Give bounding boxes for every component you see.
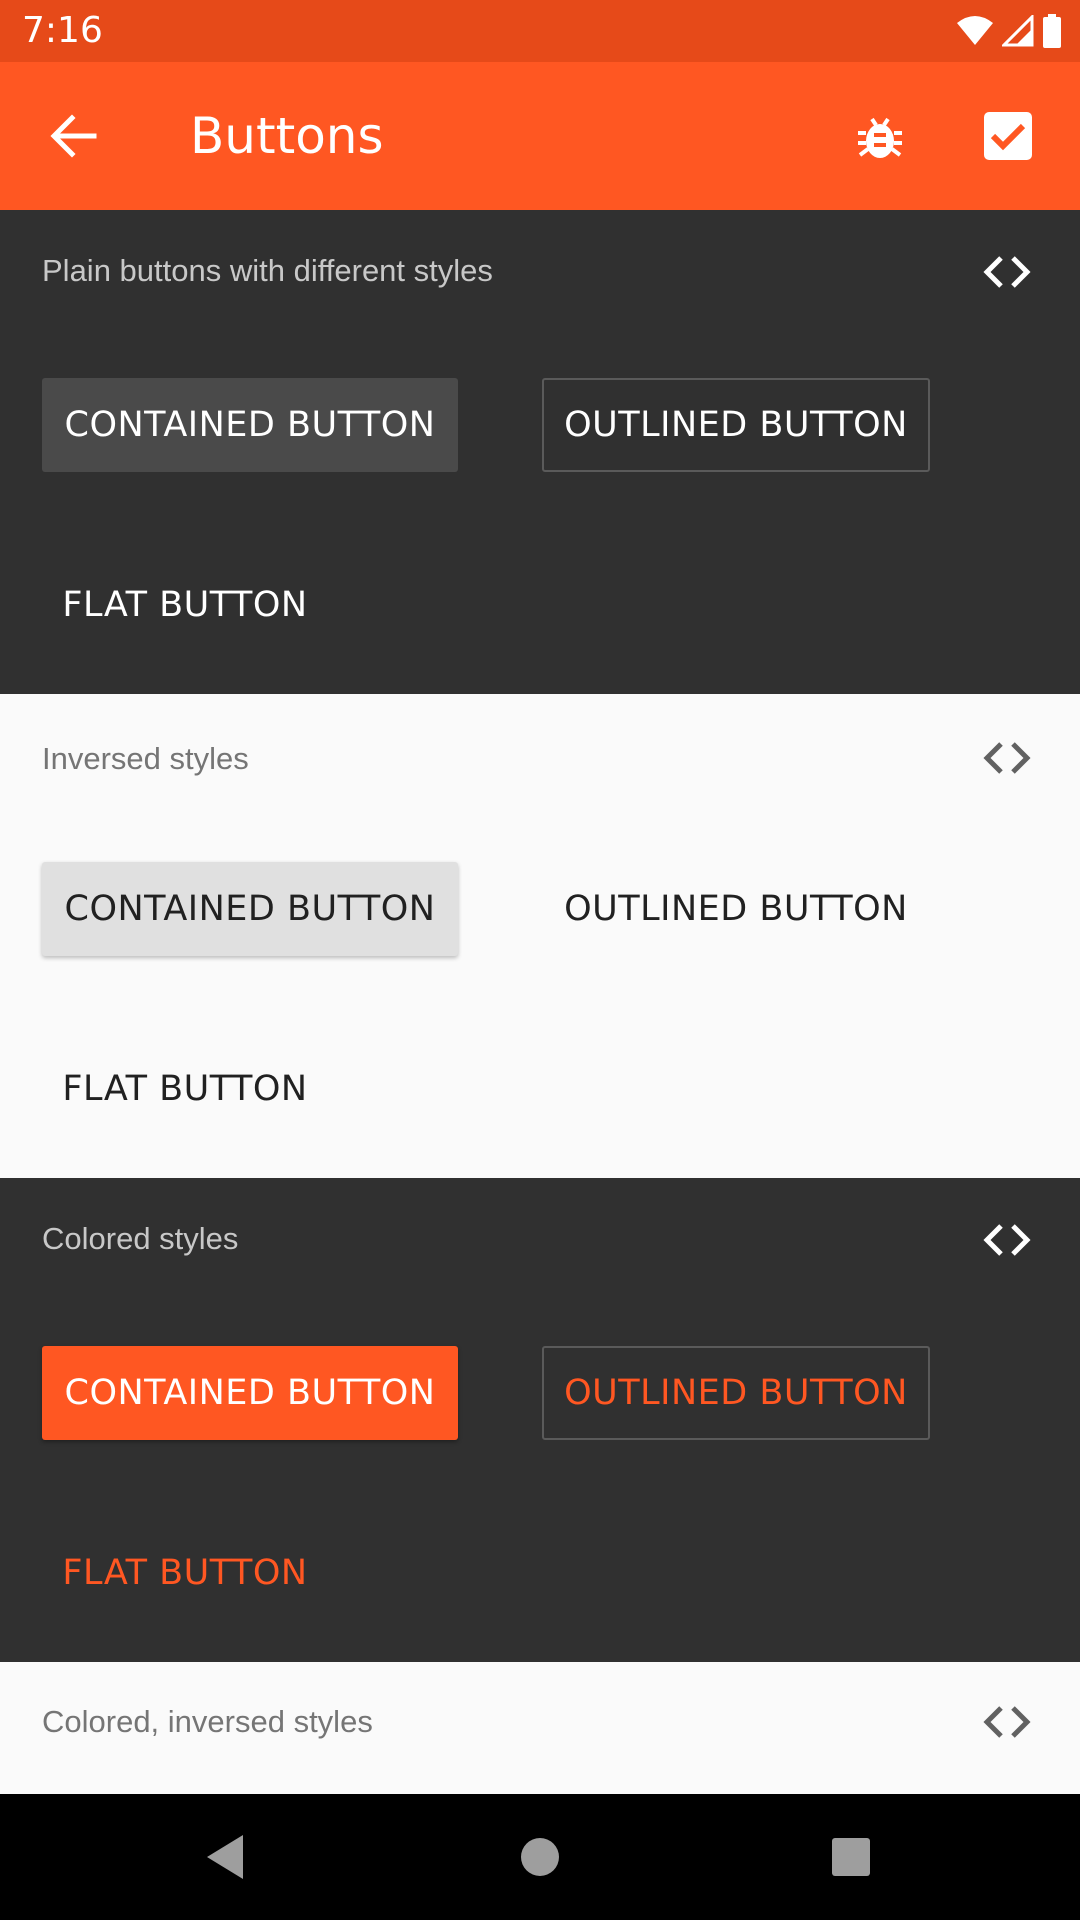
outlined-button[interactable]: OUTLINED BUTTON bbox=[542, 378, 930, 472]
confirm-button[interactable] bbox=[976, 104, 1040, 168]
flat-button[interactable]: FLAT BUTTON bbox=[42, 1042, 328, 1136]
checkbox-checked-icon bbox=[984, 112, 1032, 160]
section-inversed-styles: Inversed styles CONTAINED BUTTON OUTLINE… bbox=[0, 694, 1080, 1178]
section-label: Colored styles bbox=[42, 1221, 239, 1256]
outlined-button[interactable]: OUTLINED BUTTON bbox=[542, 862, 930, 956]
status-time: 7:16 bbox=[22, 10, 103, 51]
page-title: Buttons bbox=[190, 107, 384, 165]
nav-back-button[interactable] bbox=[190, 1824, 260, 1890]
status-icons bbox=[956, 14, 1062, 48]
view-code-button[interactable] bbox=[976, 736, 1038, 780]
code-icon bbox=[983, 1224, 1031, 1256]
flat-button[interactable]: FLAT BUTTON bbox=[42, 558, 328, 652]
contained-button[interactable]: CONTAINED BUTTON bbox=[42, 1346, 458, 1440]
app-bar: Buttons bbox=[0, 62, 1080, 210]
view-code-button[interactable] bbox=[976, 250, 1038, 294]
bug-report-button[interactable] bbox=[850, 106, 910, 166]
nav-home-button[interactable] bbox=[505, 1824, 575, 1890]
navigation-bar bbox=[0, 1794, 1080, 1920]
section-label: Colored, inversed styles bbox=[42, 1704, 373, 1739]
contained-button[interactable]: CONTAINED BUTTON bbox=[42, 862, 458, 956]
section-label: Inversed styles bbox=[42, 741, 249, 776]
code-icon bbox=[983, 256, 1031, 288]
code-icon bbox=[983, 1706, 1031, 1738]
status-bar: 7:16 bbox=[0, 0, 1080, 62]
code-icon bbox=[983, 742, 1031, 774]
arrow-back-icon bbox=[50, 114, 97, 158]
contained-button[interactable]: CONTAINED BUTTON bbox=[42, 378, 458, 472]
battery-icon bbox=[1043, 14, 1061, 48]
bug-icon bbox=[858, 117, 902, 158]
section-plain-buttons: Plain buttons with different styles CONT… bbox=[0, 210, 1080, 694]
screen: 7:16 Buttons Plain buttons with differen… bbox=[0, 0, 1080, 1920]
flat-button[interactable]: FLAT BUTTON bbox=[42, 1526, 328, 1620]
view-code-button[interactable] bbox=[976, 1700, 1038, 1744]
wifi-icon bbox=[957, 16, 993, 45]
signal-icon bbox=[1002, 15, 1034, 47]
home-circle-icon bbox=[521, 1838, 559, 1876]
back-button[interactable] bbox=[40, 106, 108, 166]
section-colored-inversed-styles: Colored, inversed styles bbox=[0, 1662, 1080, 1794]
nav-recents-button[interactable] bbox=[816, 1824, 886, 1890]
recents-square-icon bbox=[832, 1838, 870, 1876]
section-label: Plain buttons with different styles bbox=[42, 253, 493, 288]
outlined-button[interactable]: OUTLINED BUTTON bbox=[542, 1346, 930, 1440]
back-triangle-icon bbox=[207, 1835, 243, 1879]
view-code-button[interactable] bbox=[976, 1218, 1038, 1262]
section-colored-styles: Colored styles CONTAINED BUTTON OUTLINED… bbox=[0, 1178, 1080, 1662]
